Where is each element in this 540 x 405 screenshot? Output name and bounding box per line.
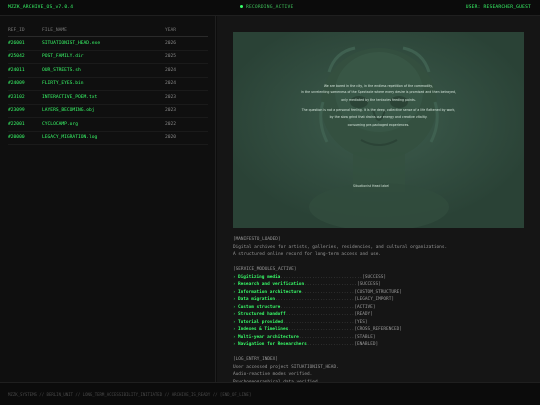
log-header: [LOG_ENTRY_INDEX]	[233, 357, 278, 362]
column-header-file-name: FILE_NAME	[42, 28, 67, 33]
ref-id: #23099	[8, 108, 25, 114]
file-index-panel: REF_ID FILE_NAME YEAR #26001 SITUATIONIST…	[0, 16, 216, 382]
artwork-text-line: only mediated by the tentacles feeding p…	[341, 98, 416, 102]
ref-id: #22001	[8, 121, 25, 127]
manifesto-header: [MANIFESTO_LOADED]	[233, 237, 281, 242]
module-row: › Indexes & Timelines ...................…	[233, 327, 402, 332]
table-row[interactable]: #24011 OUR_STREETS.sh 2024	[8, 64, 208, 78]
year: 2025	[165, 54, 177, 60]
file-name: FLIRTY_EYES.bin	[42, 81, 84, 87]
manifesto-line: A structured online record for long-term…	[233, 252, 382, 257]
log-line: User accessed project SITUATIONIST_HEAD.	[233, 364, 339, 370]
module-row: › Structured handoff ....................…	[233, 312, 373, 317]
artwork-text-line: by the slow grind that drains our energy…	[329, 115, 428, 119]
ref-id: #23102	[8, 94, 25, 100]
ref-id: #25042	[8, 54, 25, 60]
file-name: SITUATIONIST_HEAD.exe	[42, 40, 101, 46]
artwork-text-line: We are bored in the city, in the endless…	[323, 84, 434, 88]
module-row: › Information architecture ..............…	[233, 289, 402, 295]
sculpture-head-image	[233, 32, 524, 228]
file-name: OUR_STREETS.sh	[42, 67, 81, 73]
module-row: › Research and verification .............…	[233, 282, 381, 287]
manifesto-line: Digital archives for artists, galleries,…	[233, 244, 448, 250]
artwork-caption: Situationist Head label	[353, 184, 390, 188]
recording-status-label: RECORDING_ACTIVE	[246, 5, 294, 10]
year: 2022	[165, 121, 177, 127]
file-name: LEGACY_MIGRATION.log	[42, 135, 98, 141]
ref-id: #24011	[8, 67, 25, 73]
table-row[interactable]: #24009 FLIRTY_EYES.bin 2024	[8, 78, 208, 91]
module-row: › Multi-year architecture ...............…	[233, 334, 376, 340]
table-row[interactable]: #26001 SITUATIONIST_HEAD.exe 2026	[8, 37, 208, 51]
module-row: › Custom structure ......................…	[233, 304, 376, 310]
file-name: CYCLOCAMP.org	[42, 121, 78, 127]
artwork-preview[interactable]: We are bored in the city, in the endless…	[233, 32, 524, 228]
user-label: USER: RESEARCHER_GUEST	[465, 5, 531, 10]
app-title: MZZK_ARCHIVE_OS_v7.0.4	[8, 5, 74, 10]
preview-panel: We are bored in the city, in the endless…	[217, 16, 540, 385]
ref-id: #24009	[8, 81, 25, 87]
modules-header: [SERVICE_MODULES_ACTIVE]	[233, 267, 297, 272]
module-row: › Digitizing media ......................…	[233, 274, 387, 280]
module-row: › Tutorial provided .....................…	[233, 319, 368, 325]
table-row[interactable]: #20000 LEGACY_MIGRATION.log 2020	[8, 132, 208, 145]
footer-ticker: MZZK_SYSTEMS // BERLIN_UNIT // LONG_TERM…	[8, 392, 252, 397]
file-name: INTERACTIVE_POEM.txt	[42, 94, 98, 100]
module-row: › Navigation for Researchers ............…	[233, 342, 379, 347]
recording-dot-icon	[240, 5, 243, 8]
artwork-text-line: The question is not a personal feeling. …	[301, 108, 456, 112]
file-table: REF_ID FILE_NAME YEAR #26001 SITUATIONIST…	[8, 28, 208, 145]
module-row: › Data migration ........................…	[233, 297, 394, 302]
table-row[interactable]: #22001 CYCLOCAMP.org 2022	[8, 118, 208, 132]
year: 2026	[165, 40, 177, 46]
artwork-text-line: in the unrelenting sameness of the Spect…	[300, 90, 456, 94]
year: 2024	[165, 81, 177, 87]
log-line: Audio-reactive modes verified.	[233, 372, 313, 377]
footer-bar: MZZK_SYSTEMS // BERLIN_UNIT // LONG_TERM…	[0, 382, 540, 405]
recording-status: RECORDING_ACTIVE	[240, 5, 293, 10]
year: 2024	[165, 67, 177, 73]
file-name: POST_FAMILY.dir	[42, 54, 84, 60]
artwork-text-line: consuming pre-packaged experiences.	[347, 123, 410, 127]
column-header-year: YEAR	[165, 28, 177, 33]
table-row[interactable]: #25042 POST_FAMILY.dir 2025	[8, 51, 208, 64]
ref-id: #26001	[8, 40, 25, 46]
table-header: REF_ID FILE_NAME YEAR	[8, 28, 208, 37]
table-row[interactable]: #23102 INTERACTIVE_POEM.txt 2023	[8, 91, 208, 105]
top-bar: MZZK_ARCHIVE_OS_v7.0.4 RECORDING_ACTIVE …	[0, 0, 540, 16]
column-header-ref-id: REF_ID	[8, 28, 25, 33]
year: 2023	[165, 108, 177, 114]
ref-id: #20000	[8, 135, 25, 141]
table-row[interactable]: #23099 LAYERS_BECOMING.obj 2023	[8, 105, 208, 118]
year: 2020	[165, 135, 177, 141]
console-output: [MANIFESTO_LOADED] Digital archives for …	[233, 236, 533, 386]
year: 2023	[165, 94, 177, 100]
file-name: LAYERS_BECOMING.obj	[42, 108, 95, 114]
